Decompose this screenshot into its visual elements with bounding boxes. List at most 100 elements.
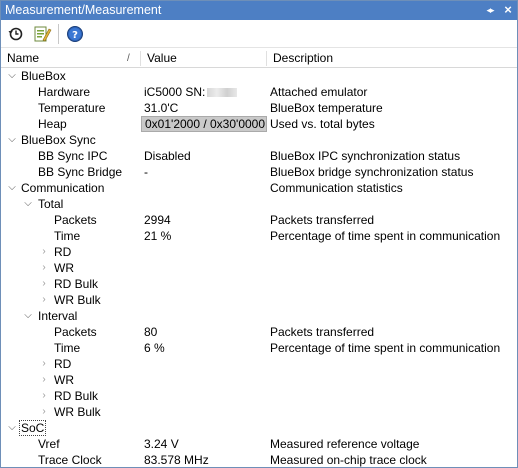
tree-row-label: Vref: [38, 437, 60, 451]
tree-row-temperature[interactable]: Temperature 31.0'C BlueBox temperature: [1, 100, 517, 116]
history-refresh-icon[interactable]: [6, 24, 26, 44]
tree-row-label: RD: [54, 357, 72, 371]
tree-row-description: Measured on-chip trace clock: [270, 453, 427, 467]
chevron-right-icon[interactable]: ›: [39, 356, 49, 372]
column-value-header[interactable]: Value: [141, 49, 267, 68]
tree-row-value: [141, 308, 267, 324]
chevron-down-icon[interactable]: ⌵: [23, 308, 33, 324]
tree-row-interval-time[interactable]: Time 6 % Percentage of time spent in com…: [1, 340, 517, 356]
hardware-value-text: iC5000 SN:: [144, 85, 206, 99]
tree-row-value: 80: [144, 325, 158, 339]
tree-row-label: Time: [54, 229, 81, 243]
tree-row-value: 83.578 MHz: [144, 453, 209, 467]
tree-row-bb-sync-bridge[interactable]: BB Sync Bridge - BlueBox bridge synchron…: [1, 164, 517, 180]
tree-row-value-selected[interactable]: 0x01'2000 / 0x30'0000: [141, 116, 267, 132]
tree-row-interval-rd-bulk[interactable]: › RD Bulk: [1, 388, 517, 404]
tree-row-interval[interactable]: ⌵ Interval: [1, 308, 517, 324]
chevron-right-icon[interactable]: ›: [39, 276, 49, 292]
tree-row-label: Communication: [21, 181, 105, 195]
measurement-window: Measurement/Measurement ◂▸ × ? Name / Va…: [0, 0, 518, 468]
tree-row-label: Hardware: [38, 85, 91, 99]
tree-row-label: BlueBox: [21, 69, 66, 83]
tree-row-description: Packets transferred: [270, 325, 375, 339]
tree-row-label: Time: [54, 341, 81, 355]
tree-row-description: BlueBox IPC synchronization status: [270, 149, 461, 163]
tree-row-value: [141, 68, 267, 84]
masked-serial-number: [207, 88, 238, 98]
chevron-right-icon[interactable]: ›: [39, 260, 49, 276]
column-header: Name / Value Description: [1, 49, 517, 68]
tree-row-value: [141, 180, 267, 196]
chevron-right-icon[interactable]: ›: [39, 404, 49, 420]
window-title: Measurement/Measurement: [5, 3, 162, 17]
tree-row-total-time[interactable]: Time 21 % Percentage of time spent in co…: [1, 228, 517, 244]
tree-row-label: Temperature: [38, 101, 106, 115]
chevron-down-icon[interactable]: ⌵: [7, 180, 17, 196]
tree-row-total-wr[interactable]: › WR: [1, 260, 517, 276]
tree-row-description: [267, 68, 517, 84]
tree-row-bluebox-sync[interactable]: ⌵ BlueBox Sync: [1, 132, 517, 148]
close-icon[interactable]: ×: [501, 2, 515, 18]
tree-row-hardware[interactable]: Hardware iC5000 SN: Attached emulator: [1, 84, 517, 100]
column-name-header[interactable]: Name: [1, 49, 141, 68]
chevron-down-icon[interactable]: ⌵: [7, 420, 17, 436]
tree-row-total-packets[interactable]: Packets 2994 Packets transferred: [1, 212, 517, 228]
column-description-header[interactable]: Description: [267, 49, 517, 68]
toolbar-separator: [58, 24, 59, 44]
tree-row-label: WR: [54, 373, 74, 387]
tree-row-description: [267, 196, 517, 212]
tree-row-trace-clock[interactable]: Trace Clock 83.578 MHz Measured on-chip …: [1, 452, 517, 468]
tree-row-label: Total: [38, 197, 64, 211]
tree-row-value: 6 %: [144, 341, 165, 355]
tree-row-label: WR: [54, 261, 74, 275]
tree-row-label: Trace Clock: [38, 453, 102, 467]
tree-row-description: BlueBox bridge synchronization status: [270, 165, 474, 179]
chevron-right-icon[interactable]: ›: [39, 388, 49, 404]
tree-row-interval-rd[interactable]: › RD: [1, 356, 517, 372]
tree-row-interval-packets[interactable]: Packets 80 Packets transferred: [1, 324, 517, 340]
tree-row-description: [267, 308, 517, 324]
tree-row-total[interactable]: ⌵ Total: [1, 196, 517, 212]
tree-row-label: WR Bulk: [54, 405, 101, 419]
tree-row-label: Interval: [38, 309, 78, 323]
tree-row-description: Used vs. total bytes: [270, 117, 375, 131]
tree-row-description: Percentage of time spent in communicatio…: [270, 229, 501, 243]
tree-row-value: [141, 420, 267, 436]
tree-row-description: [267, 132, 517, 148]
tree-row-label: Packets: [54, 213, 97, 227]
tree-row-heap[interactable]: Heap 0x01'2000 / 0x30'0000 Used vs. tota…: [1, 116, 517, 132]
help-icon[interactable]: ?: [65, 24, 85, 44]
tree-row-total-rd[interactable]: › RD: [1, 244, 517, 260]
tree-row-communication[interactable]: ⌵ Communication Communication statistics: [1, 180, 517, 196]
tree-row-value: [141, 132, 267, 148]
tree-row-label: Heap: [38, 117, 67, 131]
tree-row-label: RD: [54, 245, 72, 259]
tree-row-soc[interactable]: ⌵ SoC: [1, 420, 517, 436]
tree-row-interval-wr[interactable]: › WR: [1, 372, 517, 388]
chevron-down-icon[interactable]: ⌵: [23, 196, 33, 212]
tree-row-bluebox[interactable]: ⌵ BlueBox: [1, 68, 517, 84]
tree-row-description: Communication statistics: [270, 181, 403, 195]
tree-row-description: Packets transferred: [270, 213, 375, 227]
chevron-right-icon[interactable]: ›: [39, 292, 49, 308]
tree-row-bb-sync-ipc[interactable]: BB Sync IPC Disabled BlueBox IPC synchro…: [1, 148, 517, 164]
chevron-down-icon[interactable]: ⌵: [7, 132, 17, 148]
tree-row-total-rd-bulk[interactable]: › RD Bulk: [1, 276, 517, 292]
chevron-down-icon[interactable]: ⌵: [7, 68, 17, 84]
tree-row-value: 2994: [144, 213, 171, 227]
panel-arrows-icon[interactable]: ◂▸: [481, 2, 499, 18]
tree-row-description: [267, 420, 517, 436]
tree-row-value: 3.24 V: [144, 437, 179, 451]
sort-indicator-icon: /: [127, 53, 130, 64]
tree-row-label: SoC: [19, 420, 47, 436]
options-edit-icon[interactable]: [32, 24, 52, 44]
tree-row-value: iC5000 SN:: [141, 84, 267, 100]
tree-row-description: Measured reference voltage: [270, 437, 420, 451]
tree-row-interval-wr-bulk[interactable]: › WR Bulk: [1, 404, 517, 420]
tree-row-total-wr-bulk[interactable]: › WR Bulk: [1, 292, 517, 308]
chevron-right-icon[interactable]: ›: [39, 372, 49, 388]
tree-row-label: WR Bulk: [54, 293, 101, 307]
tree-row-vref[interactable]: Vref 3.24 V Measured reference voltage: [1, 436, 517, 452]
tree-row-description: Attached emulator: [270, 85, 368, 99]
chevron-right-icon[interactable]: ›: [39, 244, 49, 260]
